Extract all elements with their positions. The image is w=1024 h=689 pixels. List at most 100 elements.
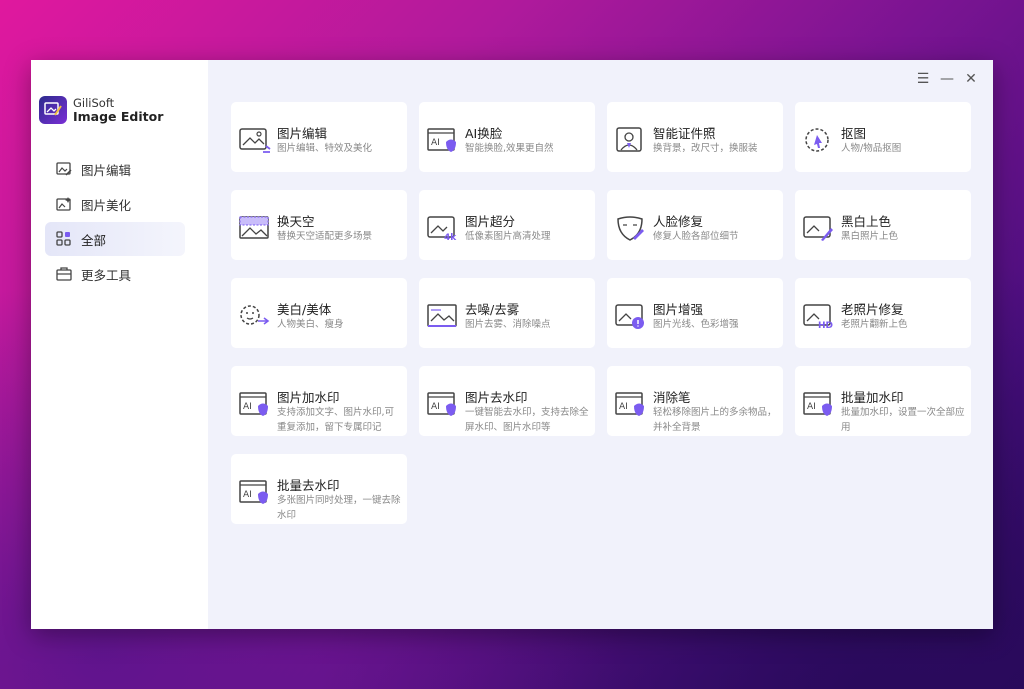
tool-card-beauty-body[interactable]: 美白/美体 人物美白、瘦身 (231, 278, 407, 348)
svg-text:HD: HD (818, 321, 833, 330)
tool-card-image-edit[interactable]: 图片编辑 图片编辑、特效及美化 (231, 102, 407, 172)
tool-title: 图片超分 (465, 214, 516, 229)
tool-title: 图片加水印 (277, 390, 340, 405)
face-repair-icon (615, 214, 647, 242)
sidebar-item-label: 图片编辑 (81, 162, 132, 178)
beauty-body-icon (239, 302, 271, 330)
tool-description: 图片光线、色彩增强 (653, 319, 739, 330)
close-button[interactable]: ✕ (959, 70, 983, 88)
tool-title: 图片编辑 (277, 126, 328, 141)
image-edit-icon (55, 160, 73, 178)
svg-text:AI: AI (243, 402, 252, 412)
tool-title: 老照片修复 (841, 302, 904, 317)
tool-description: 轻松移除图片上的多余物品，并补全背景 (653, 407, 777, 433)
tool-description: 批量加水印，设置一次全部应用 (841, 407, 965, 433)
window-controls: ☰ — ✕ (911, 70, 983, 88)
ai-eraser-icon: AI (615, 390, 647, 418)
sidebar-item-label: 更多工具 (81, 267, 132, 283)
tool-card-batch-add-watermark[interactable]: AI 批量加水印 批量加水印，设置一次全部应用 (795, 366, 971, 436)
app-window: GiliSoft Image Editor 图片编辑 图片美化 全部 更多工具 … (31, 60, 993, 629)
upscale-4k-icon: 4k (427, 214, 459, 243)
tool-description: 人物美白、瘦身 (277, 319, 344, 330)
sidebar-item-label: 图片美化 (81, 197, 132, 213)
tool-card-batch-remove-watermark[interactable]: AI 批量去水印 多张图片同时处理，一键去除水印 (231, 454, 407, 524)
menu-button[interactable]: ☰ (911, 70, 935, 88)
tool-title: 黑白上色 (841, 214, 892, 229)
tool-description: 低像素图片高清处理 (465, 231, 551, 242)
enhance-icon (615, 302, 647, 330)
tool-description: 支持添加文字、图片水印,可重复添加，留下专属印记 (277, 407, 395, 433)
tool-title: 消除笔 (653, 390, 691, 405)
tool-title: 图片去水印 (465, 390, 528, 405)
colorize-icon (803, 214, 835, 242)
sidebar-item-image-edit[interactable]: 图片编辑 (45, 152, 185, 186)
tool-title: 抠图 (841, 126, 867, 141)
tool-card-ai-face-swap[interactable]: AI AI换脸 智能换脸,效果更自然 (419, 102, 595, 172)
tool-title: 批量去水印 (277, 478, 340, 493)
brand: GiliSoft Image Editor (39, 96, 163, 124)
tool-description: 换背景，改尺寸，换服装 (653, 143, 758, 154)
tool-title: 人脸修复 (653, 214, 704, 229)
tool-card-remove-watermark[interactable]: AI 图片去水印 一键智能去水印，支持去除全屏水印、图片水印等 (419, 366, 595, 436)
tool-description: 图片去雾、消除噪点 (465, 319, 551, 330)
sidebar-nav: 图片编辑 图片美化 全部 更多工具 (45, 152, 185, 292)
tool-card-old-photo-repair[interactable]: HD 老照片修复 老照片翻新上色 (795, 278, 971, 348)
sidebar-item-all[interactable]: 全部 (45, 222, 185, 256)
sky-replace-icon (239, 214, 271, 242)
svg-text:AI: AI (243, 490, 252, 500)
tool-card-cutout[interactable]: 抠图 人物/物品抠图 (795, 102, 971, 172)
sidebar-item-more-tools[interactable]: 更多工具 (45, 257, 185, 291)
tool-grid: 图片编辑 图片编辑、特效及美化 AI AI换脸 智能换脸,效果更自然 智能证件照… (231, 102, 971, 524)
tool-description: 人物/物品抠图 (841, 143, 902, 154)
ai-watermark-remove-icon: AI (427, 390, 459, 418)
denoise-icon (427, 302, 459, 330)
app-logo-icon (39, 96, 67, 124)
tool-title: 批量加水印 (841, 390, 904, 405)
tool-card-eraser[interactable]: AI 消除笔 轻松移除图片上的多余物品，并补全背景 (607, 366, 783, 436)
ai-batch-watermark-add-icon: AI (803, 390, 835, 418)
ai-batch-watermark-remove-icon: AI (239, 478, 271, 506)
image-beautify-icon (55, 195, 73, 213)
tool-description: 图片编辑、特效及美化 (277, 143, 373, 154)
svg-text:4k: 4k (444, 233, 457, 242)
tool-card-face-repair[interactable]: 人脸修复 修复人脸各部位细节 (607, 190, 783, 260)
tool-card-sky-replace[interactable]: 换天空 替换天空适配更多场景 (231, 190, 407, 260)
tool-title: 智能证件照 (653, 126, 716, 141)
tool-description: 修复人脸各部位细节 (653, 231, 739, 242)
svg-text:AI: AI (431, 402, 440, 412)
tool-description: 多张图片同时处理，一键去除水印 (277, 495, 401, 521)
main-panel: ☰ — ✕ 图片编辑 图片编辑、特效及美化 AI AI换脸 智能换脸,效果更自然 (208, 60, 993, 629)
tool-title: 图片增强 (653, 302, 704, 317)
tool-title: AI换脸 (465, 126, 503, 141)
svg-text:AI: AI (431, 138, 440, 148)
svg-text:AI: AI (619, 402, 628, 412)
ai-face-swap-icon: AI (427, 126, 459, 154)
tool-description: 替换天空适配更多场景 (277, 231, 373, 242)
tool-description: 一键智能去水印，支持去除全屏水印、图片水印等 (465, 407, 589, 433)
minimize-button[interactable]: — (935, 70, 959, 88)
old-photo-hd-icon: HD (803, 302, 835, 331)
svg-text:AI: AI (807, 402, 816, 412)
tool-title: 去噪/去雾 (465, 302, 520, 317)
tool-description: 黑白照片上色 (841, 231, 899, 242)
grid-icon (55, 230, 73, 248)
tool-description: 老照片翻新上色 (841, 319, 908, 330)
tool-title: 换天空 (277, 214, 315, 229)
image-edit-icon (239, 126, 271, 154)
tool-description: 智能换脸,效果更自然 (465, 143, 554, 154)
toolbox-icon (55, 265, 73, 283)
tool-card-upscale[interactable]: 4k 图片超分 低像素图片高清处理 (419, 190, 595, 260)
brand-product: Image Editor (73, 109, 164, 124)
brand-name: GiliSoft (73, 96, 115, 110)
sidebar-item-label: 全部 (81, 232, 107, 248)
tool-title: 美白/美体 (277, 302, 332, 317)
ai-watermark-add-icon: AI (239, 390, 271, 418)
tool-card-enhance[interactable]: 图片增强 图片光线、色彩增强 (607, 278, 783, 348)
tool-card-colorize[interactable]: 黑白上色 黑白照片上色 (795, 190, 971, 260)
tool-card-id-photo[interactable]: 智能证件照 换背景，改尺寸，换服装 (607, 102, 783, 172)
id-photo-icon (615, 126, 647, 154)
sidebar-item-image-beautify[interactable]: 图片美化 (45, 187, 185, 221)
tool-card-add-watermark[interactable]: AI 图片加水印 支持添加文字、图片水印,可重复添加，留下专属印记 (231, 366, 407, 436)
tool-card-denoise[interactable]: 去噪/去雾 图片去雾、消除噪点 (419, 278, 595, 348)
cutout-icon (803, 126, 835, 154)
